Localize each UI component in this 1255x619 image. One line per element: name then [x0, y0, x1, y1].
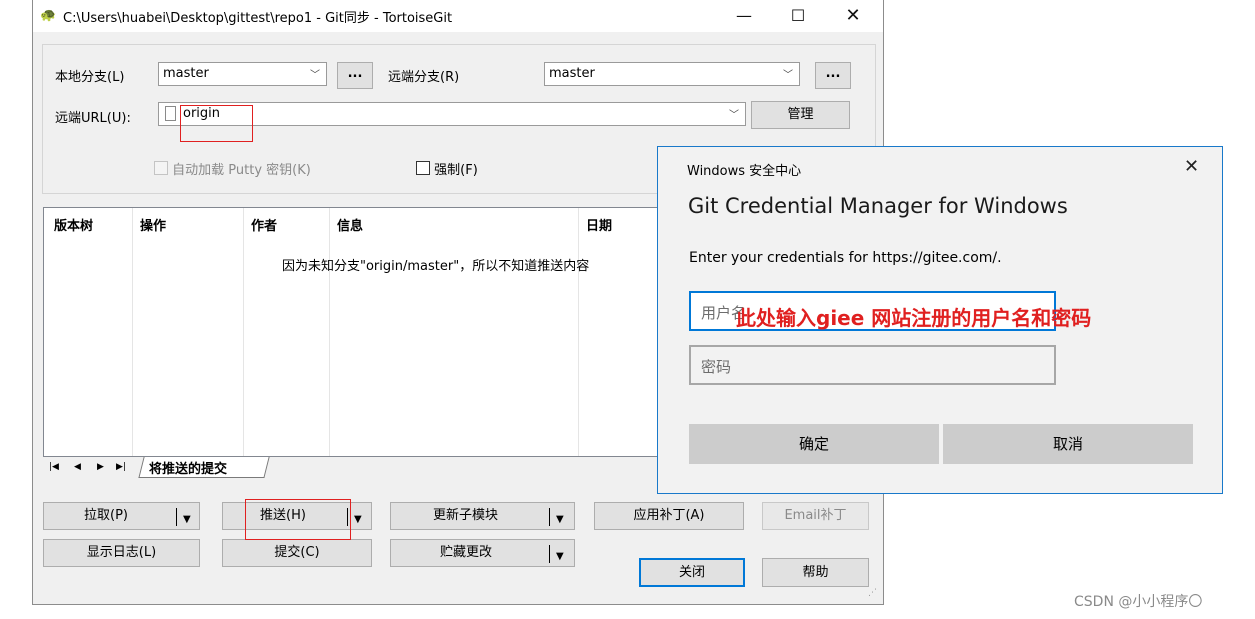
column-header-graph[interactable]: 版本树: [54, 215, 93, 234]
stash-changes-label: 贮藏更改: [440, 545, 493, 560]
password-input[interactable]: 密码: [689, 345, 1056, 385]
force-checkbox[interactable]: 强制(F): [416, 159, 478, 178]
local-branch-label: 本地分支(L): [55, 70, 125, 85]
local-branch-select[interactable]: master ﹀: [158, 62, 327, 86]
close-button[interactable]: 关闭: [639, 558, 745, 587]
remote-branch-label: 远端分支(R): [388, 70, 460, 85]
help-button[interactable]: 帮助: [762, 558, 869, 587]
remote-url-label: 远端URL(U):: [55, 111, 131, 126]
dropdown-arrow-icon[interactable]: ▼: [556, 544, 564, 570]
next-tab-icon[interactable]: ▶: [97, 462, 104, 472]
remote-branch-browse-button[interactable]: ...: [815, 62, 851, 89]
split-separator: [549, 508, 550, 526]
credential-cancel-button[interactable]: 取消: [943, 424, 1193, 464]
column-divider: [578, 208, 579, 456]
credential-window-title: Windows 安全中心: [687, 164, 802, 179]
chevron-down-icon: ﹀: [729, 110, 739, 121]
column-header-author[interactable]: 作者: [251, 215, 277, 234]
credential-close-button[interactable]: ✕: [1184, 156, 1199, 177]
checkbox-box: [416, 161, 430, 175]
chevron-down-icon: ﹀: [310, 70, 320, 81]
update-submodule-button[interactable]: 更新子模块 ▼: [390, 502, 575, 530]
autoload-putty-checkbox[interactable]: 自动加载 Putty 密钥(K): [154, 159, 311, 178]
pull-label: 拉取(P): [84, 508, 128, 523]
annotation-text: 此处输入giee 网站注册的用户名和密码: [736, 306, 1092, 330]
update-submodule-label: 更新子模块: [433, 508, 499, 523]
split-separator: [176, 508, 177, 526]
remote-branch-value: master: [549, 66, 595, 81]
email-patch-button[interactable]: Email补丁: [762, 502, 869, 530]
split-separator: [549, 545, 550, 563]
column-header-action[interactable]: 操作: [140, 215, 166, 234]
column-header-date[interactable]: 日期: [586, 215, 612, 234]
empty-list-message: 因为未知分支"origin/master"，所以不知道推送内容: [282, 259, 590, 274]
window-title: C:\Users\huabei\Desktop\gittest\repo1 - …: [63, 11, 453, 26]
remote-branch-select[interactable]: master ﹀: [544, 62, 800, 86]
last-tab-icon[interactable]: ▶|: [116, 462, 126, 472]
chevron-down-icon: ﹀: [783, 70, 793, 81]
first-tab-icon[interactable]: |◀: [49, 462, 59, 472]
column-divider: [132, 208, 133, 456]
checkbox-box: [154, 161, 168, 175]
credential-prompt: Enter your credentials for https://gitee…: [689, 250, 1002, 266]
autoload-putty-label: 自动加载 Putty 密钥(K): [172, 163, 311, 178]
dropdown-arrow-icon[interactable]: ▼: [556, 507, 564, 533]
column-divider: [329, 208, 330, 456]
maximize-button[interactable]: ☐: [775, 2, 821, 30]
show-log-button[interactable]: 显示日志(L): [43, 539, 200, 567]
force-label: 强制(F): [434, 163, 478, 178]
manage-remotes-button[interactable]: 管理: [751, 101, 850, 129]
push-highlight-box: [245, 499, 351, 540]
local-branch-value: master: [163, 66, 209, 81]
csdn-watermark: CSDN @小小程序〇: [1074, 594, 1203, 610]
column-divider: [243, 208, 244, 456]
commit-button[interactable]: 提交(C): [222, 539, 372, 567]
minimize-button[interactable]: —: [721, 2, 767, 30]
document-icon: [165, 106, 176, 121]
tab-commits-to-push-label: 将推送的提交: [149, 462, 228, 477]
password-placeholder: 密码: [701, 358, 732, 376]
origin-highlight-box: [180, 105, 253, 142]
prev-tab-icon[interactable]: ◀: [74, 462, 81, 472]
apply-patch-button[interactable]: 应用补丁(A): [594, 502, 744, 530]
dropdown-arrow-icon[interactable]: ▼: [183, 507, 191, 533]
close-window-button[interactable]: ✕: [830, 2, 876, 30]
title-bar[interactable]: 🐢 C:\Users\huabei\Desktop\gittest\repo1 …: [33, 0, 883, 32]
local-branch-browse-button[interactable]: ...: [337, 62, 373, 89]
credential-heading: Git Credential Manager for Windows: [688, 194, 1068, 218]
resize-grip-icon[interactable]: ⋰: [868, 588, 877, 598]
tortoisegit-icon: 🐢: [40, 8, 57, 23]
credential-ok-button[interactable]: 确定: [689, 424, 939, 464]
stash-changes-button[interactable]: 贮藏更改 ▼: [390, 539, 575, 567]
column-header-message[interactable]: 信息: [337, 215, 363, 234]
pull-button[interactable]: 拉取(P) ▼: [43, 502, 200, 530]
dropdown-arrow-icon[interactable]: ▼: [354, 507, 362, 533]
